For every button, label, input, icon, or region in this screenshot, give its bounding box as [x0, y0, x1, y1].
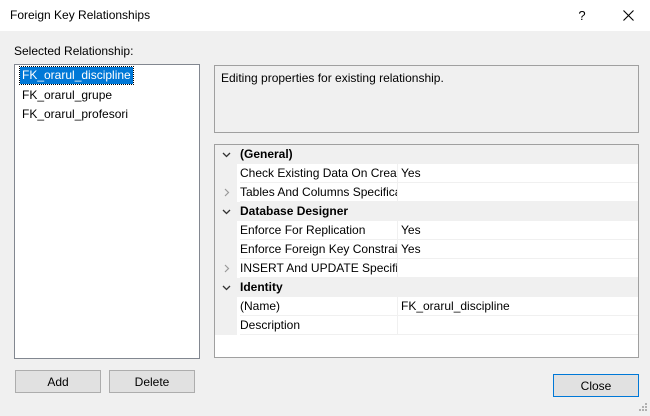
property-row[interactable]: Description	[215, 316, 638, 335]
selected-relationship-label: Selected Relationship:	[14, 44, 134, 58]
relationship-item[interactable]: FK_orarul_profesori	[20, 106, 130, 123]
chevron-right-icon[interactable]	[222, 264, 231, 273]
row-gutter	[215, 297, 237, 316]
property-value[interactable]	[397, 183, 638, 202]
chevron-down-icon[interactable]	[222, 283, 231, 292]
title-bar: Foreign Key Relationships ?	[0, 0, 650, 31]
property-row[interactable]: Enforce Foreign Key Constrain Yes	[215, 240, 638, 259]
help-button[interactable]: ?	[560, 0, 604, 31]
property-row[interactable]: Tables And Columns Specificati	[215, 183, 638, 202]
row-gutter[interactable]	[215, 202, 237, 221]
property-category[interactable]: (General)	[215, 145, 638, 164]
chevron-down-icon[interactable]	[222, 150, 231, 159]
property-name: INSERT And UPDATE Specifica	[240, 259, 397, 278]
property-name: Tables And Columns Specificati	[240, 183, 397, 202]
row-gutter[interactable]	[215, 183, 237, 202]
property-row[interactable]: (Name) FK_orarul_discipline	[215, 297, 638, 316]
property-name: (Name)	[240, 297, 397, 316]
property-row[interactable]: Enforce For Replication Yes	[215, 221, 638, 240]
property-category[interactable]: Database Designer	[215, 202, 638, 221]
property-row[interactable]: Check Existing Data On Creati Yes	[215, 164, 638, 183]
property-value[interactable]: Yes	[397, 164, 638, 183]
category-label: Identity	[240, 280, 283, 294]
row-gutter[interactable]	[215, 259, 237, 278]
add-button[interactable]: Add	[15, 370, 101, 393]
resize-grip-icon[interactable]	[636, 402, 648, 414]
property-name: Enforce Foreign Key Constrain	[240, 240, 397, 259]
property-category[interactable]: Identity	[215, 278, 638, 297]
row-gutter	[215, 164, 237, 183]
close-window-button[interactable]	[606, 0, 650, 31]
row-gutter	[215, 240, 237, 259]
delete-button[interactable]: Delete	[109, 370, 195, 393]
relationship-list[interactable]: FK_orarul_discipline FK_orarul_grupe FK_…	[14, 64, 200, 359]
close-icon	[622, 10, 634, 21]
relationship-item[interactable]: FK_orarul_grupe	[20, 87, 114, 104]
property-value[interactable]	[397, 316, 638, 335]
relationship-description-box: Editing properties for existing relation…	[214, 65, 639, 133]
relationship-description: Editing properties for existing relation…	[221, 71, 444, 85]
chevron-right-icon[interactable]	[222, 188, 231, 197]
property-name: Check Existing Data On Creati	[240, 164, 397, 183]
chevron-down-icon[interactable]	[222, 207, 231, 216]
relationship-item[interactable]: FK_orarul_discipline	[19, 66, 134, 85]
property-value[interactable]: FK_orarul_discipline	[397, 297, 638, 316]
category-label: (General)	[240, 147, 293, 161]
property-name: Description	[240, 316, 397, 335]
property-row[interactable]: INSERT And UPDATE Specifica	[215, 259, 638, 278]
property-grid[interactable]: (General) Check Existing Data On Creati Ye…	[214, 144, 639, 358]
property-value[interactable]: Yes	[397, 240, 638, 259]
property-name: Enforce For Replication	[240, 221, 397, 240]
window-title: Foreign Key Relationships	[10, 8, 151, 22]
row-gutter	[215, 316, 237, 335]
property-value[interactable]: Yes	[397, 221, 638, 240]
category-label: Database Designer	[240, 204, 349, 218]
row-gutter	[215, 221, 237, 240]
property-value[interactable]	[397, 259, 638, 278]
row-gutter[interactable]	[215, 278, 237, 297]
row-gutter[interactable]	[215, 145, 237, 164]
close-button[interactable]: Close	[553, 374, 639, 397]
